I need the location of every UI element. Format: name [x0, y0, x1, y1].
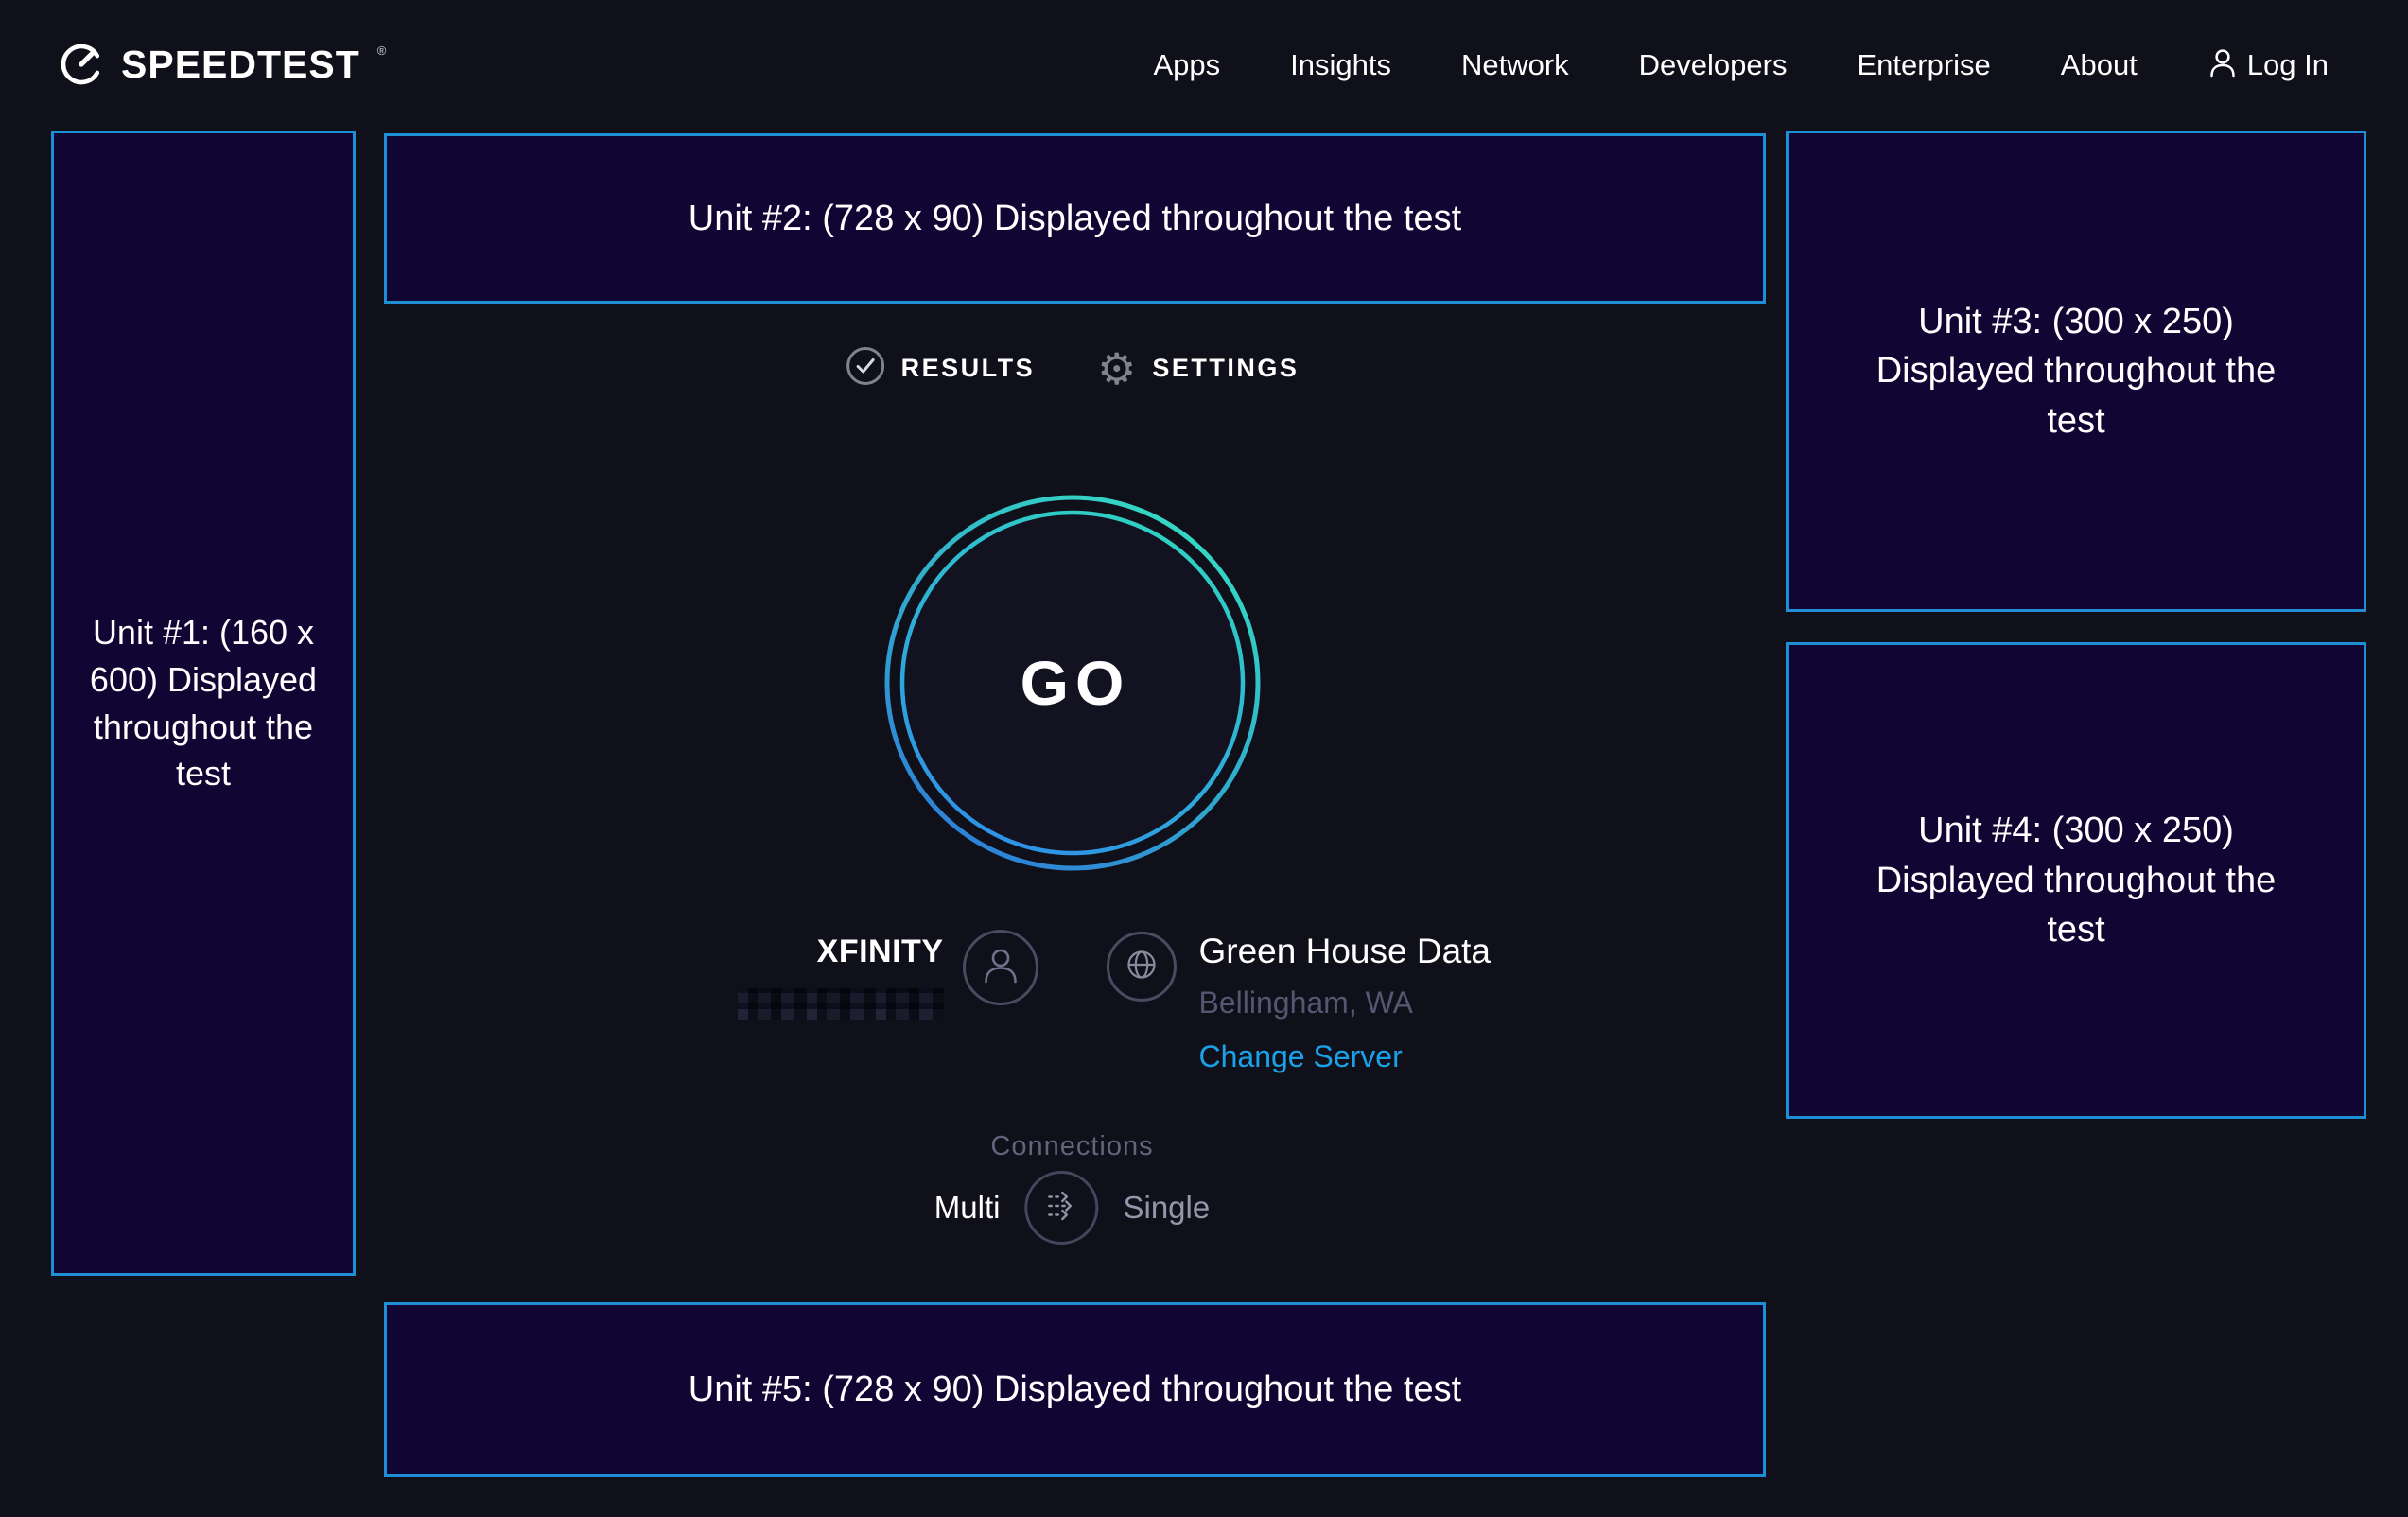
tab-results[interactable]: RESULTS: [846, 346, 1036, 391]
main-nav: Apps Insights Network Developers Enterpr…: [1153, 0, 2329, 131]
server-location: Bellingham, WA: [1199, 985, 1492, 1020]
logo-trademark: ®: [377, 44, 387, 58]
multi-arrows-icon: [1039, 1184, 1083, 1232]
nav-item-network[interactable]: Network: [1461, 48, 1569, 82]
connections-toggle[interactable]: [1024, 1171, 1098, 1245]
redacted-ip-address: [738, 988, 944, 1020]
results-settings-tabs: RESULTS ⚙ SETTINGS: [846, 346, 1300, 391]
nav-item-insights[interactable]: Insights: [1290, 48, 1391, 82]
person-icon: [980, 944, 1021, 992]
ad-unit-1-text: Unit #1: (160 x 600) Displayed throughou…: [79, 609, 327, 797]
top-nav-bar: SPEEDTEST ® Apps Insights Network Develo…: [0, 0, 2408, 131]
connections-single-option[interactable]: Single: [1123, 1190, 1210, 1226]
server-text-column: Green House Data Bellingham, WA Change S…: [1199, 932, 1492, 1074]
ad-unit-3-text: Unit #3: (300 x 250) Displayed throughou…: [1874, 297, 2278, 445]
go-button-label: GO: [883, 494, 1262, 872]
globe-icon: [1122, 945, 1161, 989]
nav-item-developers[interactable]: Developers: [1639, 48, 1788, 82]
gauge-logo-icon: [57, 38, 106, 89]
speedtest-logo[interactable]: SPEEDTEST ®: [57, 38, 386, 91]
ad-unit-4-text: Unit #4: (300 x 250) Displayed throughou…: [1874, 806, 2278, 954]
ad-unit-5-text: Unit #5: (728 x 90) Displayed throughout…: [689, 1365, 1461, 1414]
login-label: Log In: [2247, 48, 2329, 82]
tab-settings-label: SETTINGS: [1152, 354, 1299, 383]
isp-avatar-circle[interactable]: [963, 930, 1038, 1005]
gear-icon: ⚙: [1097, 349, 1136, 389]
nav-item-about[interactable]: About: [2061, 48, 2138, 82]
nav-item-apps[interactable]: Apps: [1153, 48, 1220, 82]
connections-multi-option[interactable]: Multi: [934, 1190, 1001, 1226]
server-globe-circle[interactable]: [1107, 932, 1177, 1002]
speed-test-panel: RESULTS ⚙ SETTINGS: [384, 131, 1760, 1322]
tab-results-label: RESULTS: [901, 354, 1036, 383]
server-info: Green House Data Bellingham, WA Change S…: [1107, 932, 1492, 1074]
isp-text-column: XFINITY: [738, 933, 944, 1020]
tab-settings[interactable]: ⚙ SETTINGS: [1097, 349, 1299, 389]
go-button[interactable]: GO: [883, 494, 1262, 872]
check-circle-icon: [846, 346, 885, 391]
change-server-link[interactable]: Change Server: [1199, 1039, 1492, 1074]
person-icon: [2207, 47, 2238, 84]
ad-unit-3-rectangle[interactable]: Unit #3: (300 x 250) Displayed throughou…: [1786, 131, 2366, 612]
ad-unit-4-rectangle[interactable]: Unit #4: (300 x 250) Displayed throughou…: [1786, 642, 2366, 1119]
connections-label: Connections: [990, 1131, 1153, 1162]
server-name: Green House Data: [1199, 932, 1492, 971]
speedtest-page: SPEEDTEST ® Apps Insights Network Develo…: [0, 0, 2408, 1517]
ad-unit-5-leaderboard[interactable]: Unit #5: (728 x 90) Displayed throughout…: [384, 1302, 1766, 1477]
logo-text: SPEEDTEST: [121, 38, 360, 91]
connections-toggle-row: Multi Single: [934, 1171, 1210, 1245]
isp-info: XFINITY: [738, 930, 1038, 1020]
nav-item-enterprise[interactable]: Enterprise: [1857, 48, 1990, 82]
login-button[interactable]: Log In: [2207, 47, 2329, 84]
ad-unit-1-skyscraper[interactable]: Unit #1: (160 x 600) Displayed throughou…: [51, 131, 356, 1276]
isp-name: XFINITY: [817, 933, 944, 970]
